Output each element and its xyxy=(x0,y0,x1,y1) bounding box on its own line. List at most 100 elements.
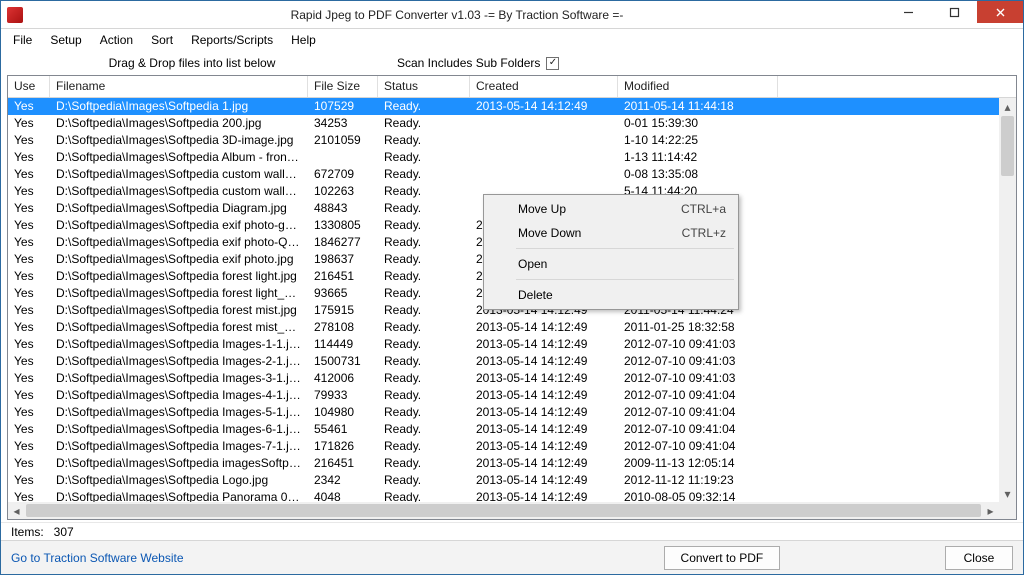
cell: 104980 xyxy=(308,404,378,421)
menu-setup[interactable]: Setup xyxy=(42,31,89,49)
cell: D:\Softpedia\Images\Softpedia 3D-image.j… xyxy=(50,132,308,149)
column-header-created[interactable]: Created xyxy=(470,76,618,97)
cell: Ready. xyxy=(378,421,470,438)
table-row[interactable]: YesD:\Softpedia\Images\Softpedia 1.jpg10… xyxy=(8,98,999,115)
maximize-button[interactable] xyxy=(931,1,977,23)
cell: Yes xyxy=(8,285,50,302)
cell: Yes xyxy=(8,387,50,404)
context-move-down[interactable]: Move DownCTRL+z xyxy=(486,221,736,245)
cell: 171826 xyxy=(308,438,378,455)
table-row[interactable]: YesD:\Softpedia\Images\Softpedia Logo.jp… xyxy=(8,472,999,489)
scan-subfolders-option[interactable]: Scan Includes Sub Folders xyxy=(397,56,559,70)
table-row[interactable]: YesD:\Softpedia\Images\Softpedia Images-… xyxy=(8,353,999,370)
scroll-up-arrow-icon[interactable]: ▴ xyxy=(999,98,1016,115)
column-header-file-size[interactable]: File Size xyxy=(308,76,378,97)
table-row[interactable]: YesD:\Softpedia\Images\Softpedia imagesS… xyxy=(8,455,999,472)
minimize-button[interactable] xyxy=(885,1,931,23)
cell: 2012-07-10 09:41:03 xyxy=(618,336,778,353)
horizontal-scroll-thumb[interactable] xyxy=(26,504,981,517)
cell: 2012-07-10 09:41:03 xyxy=(618,370,778,387)
table-row[interactable]: YesD:\Softpedia\Images\Softpedia Panoram… xyxy=(8,489,999,502)
table-row[interactable]: YesD:\Softpedia\Images\Softpedia Images-… xyxy=(8,370,999,387)
cell: Ready. xyxy=(378,149,470,166)
cell: Yes xyxy=(8,98,50,115)
cell: D:\Softpedia\Images\Softpedia Images-5-1… xyxy=(50,404,308,421)
column-header-status[interactable]: Status xyxy=(378,76,470,97)
context-move-up[interactable]: Move UpCTRL+a xyxy=(486,197,736,221)
scroll-left-arrow-icon[interactable]: ◂ xyxy=(8,502,25,519)
menu-file[interactable]: File xyxy=(5,31,40,49)
cell: Ready. xyxy=(378,98,470,115)
cell: D:\Softpedia\Images\Softpedia Images-1-1… xyxy=(50,336,308,353)
cell: 2012-07-10 09:41:04 xyxy=(618,387,778,404)
cell: 2013-05-14 14:12:49 xyxy=(470,455,618,472)
cell: Ready. xyxy=(378,285,470,302)
horizontal-scrollbar[interactable]: ◂ ▸ xyxy=(8,502,999,519)
column-header-use[interactable]: Use xyxy=(8,76,50,97)
cell: 216451 xyxy=(308,455,378,472)
cell: Yes xyxy=(8,370,50,387)
table-row[interactable]: YesD:\Softpedia\Images\Softpedia Images-… xyxy=(8,438,999,455)
cell: D:\Softpedia\Images\Softpedia exif photo… xyxy=(50,234,308,251)
cell: D:\Softpedia\Images\Softpedia forest mis… xyxy=(50,302,308,319)
context-delete[interactable]: Delete xyxy=(486,283,736,307)
cell: 2012-07-10 09:41:04 xyxy=(618,421,778,438)
cell: Yes xyxy=(8,251,50,268)
cell: Ready. xyxy=(378,217,470,234)
context-menu-gutter xyxy=(486,197,512,307)
cell: Yes xyxy=(8,455,50,472)
context-open[interactable]: Open xyxy=(486,252,736,276)
cell: D:\Softpedia\Images\Softpedia Images-7-1… xyxy=(50,438,308,455)
scroll-right-arrow-icon[interactable]: ▸ xyxy=(982,502,999,519)
convert-button[interactable]: Convert to PDF xyxy=(664,546,781,570)
cell: Yes xyxy=(8,438,50,455)
cell: Yes xyxy=(8,319,50,336)
table-row[interactable]: YesD:\Softpedia\Images\Softpedia Album -… xyxy=(8,149,999,166)
cell: Yes xyxy=(8,489,50,502)
table-row[interactable]: YesD:\Softpedia\Images\Softpedia Images-… xyxy=(8,421,999,438)
cell: Ready. xyxy=(378,370,470,387)
cell: 216451 xyxy=(308,268,378,285)
context-item-label: Move Up xyxy=(518,202,566,216)
table-row[interactable]: YesD:\Softpedia\Images\Softpedia 200.jpg… xyxy=(8,115,999,132)
vertical-scrollbar[interactable]: ▴ ▾ xyxy=(999,98,1016,502)
vendor-link[interactable]: Go to Traction Software Website xyxy=(11,551,184,565)
vertical-scroll-thumb[interactable] xyxy=(1001,116,1014,176)
table-row[interactable]: YesD:\Softpedia\Images\Softpedia Images-… xyxy=(8,404,999,421)
cell: 2013-05-14 14:12:49 xyxy=(470,387,618,404)
table-row[interactable]: YesD:\Softpedia\Images\Softpedia Images-… xyxy=(8,336,999,353)
window-title: Rapid Jpeg to PDF Converter v1.03 -= By … xyxy=(29,8,885,22)
context-item-label: Delete xyxy=(518,288,553,302)
menu-action[interactable]: Action xyxy=(92,31,141,49)
menu-help[interactable]: Help xyxy=(283,31,324,49)
scan-subfolders-checkbox[interactable] xyxy=(546,57,559,70)
cell: Ready. xyxy=(378,472,470,489)
cell: 2011-01-25 18:32:58 xyxy=(618,319,778,336)
close-button[interactable]: Close xyxy=(945,546,1013,570)
title-bar[interactable]: Rapid Jpeg to PDF Converter v1.03 -= By … xyxy=(1,1,1023,29)
menu-reports-scripts[interactable]: Reports/Scripts xyxy=(183,31,281,49)
close-window-button[interactable] xyxy=(977,1,1023,23)
cell: 175915 xyxy=(308,302,378,319)
table-row[interactable]: YesD:\Softpedia\Images\Softpedia Images-… xyxy=(8,387,999,404)
cell: Yes xyxy=(8,472,50,489)
cell: Ready. xyxy=(378,115,470,132)
scroll-corner xyxy=(999,502,1016,519)
table-row[interactable]: YesD:\Softpedia\Images\Softpedia forest … xyxy=(8,319,999,336)
cell: Ready. xyxy=(378,489,470,502)
scroll-down-arrow-icon[interactable]: ▾ xyxy=(999,485,1016,502)
cell: Yes xyxy=(8,115,50,132)
cell: D:\Softpedia\Images\Softpedia Images-2-1… xyxy=(50,353,308,370)
cell: D:\Softpedia\Images\Softpedia Logo.jpg xyxy=(50,472,308,489)
cell: Ready. xyxy=(378,336,470,353)
drag-hint: Drag & Drop files into list below xyxy=(7,56,377,70)
menu-sort[interactable]: Sort xyxy=(143,31,181,49)
column-header-filename[interactable]: Filename xyxy=(50,76,308,97)
cell: Yes xyxy=(8,166,50,183)
scan-subfolders-label: Scan Includes Sub Folders xyxy=(397,56,540,70)
table-row[interactable]: YesD:\Softpedia\Images\Softpedia custom … xyxy=(8,166,999,183)
table-row[interactable]: YesD:\Softpedia\Images\Softpedia 3D-imag… xyxy=(8,132,999,149)
column-header-modified[interactable]: Modified xyxy=(618,76,778,97)
app-window: Rapid Jpeg to PDF Converter v1.03 -= By … xyxy=(0,0,1024,575)
menu-separator xyxy=(516,279,734,280)
